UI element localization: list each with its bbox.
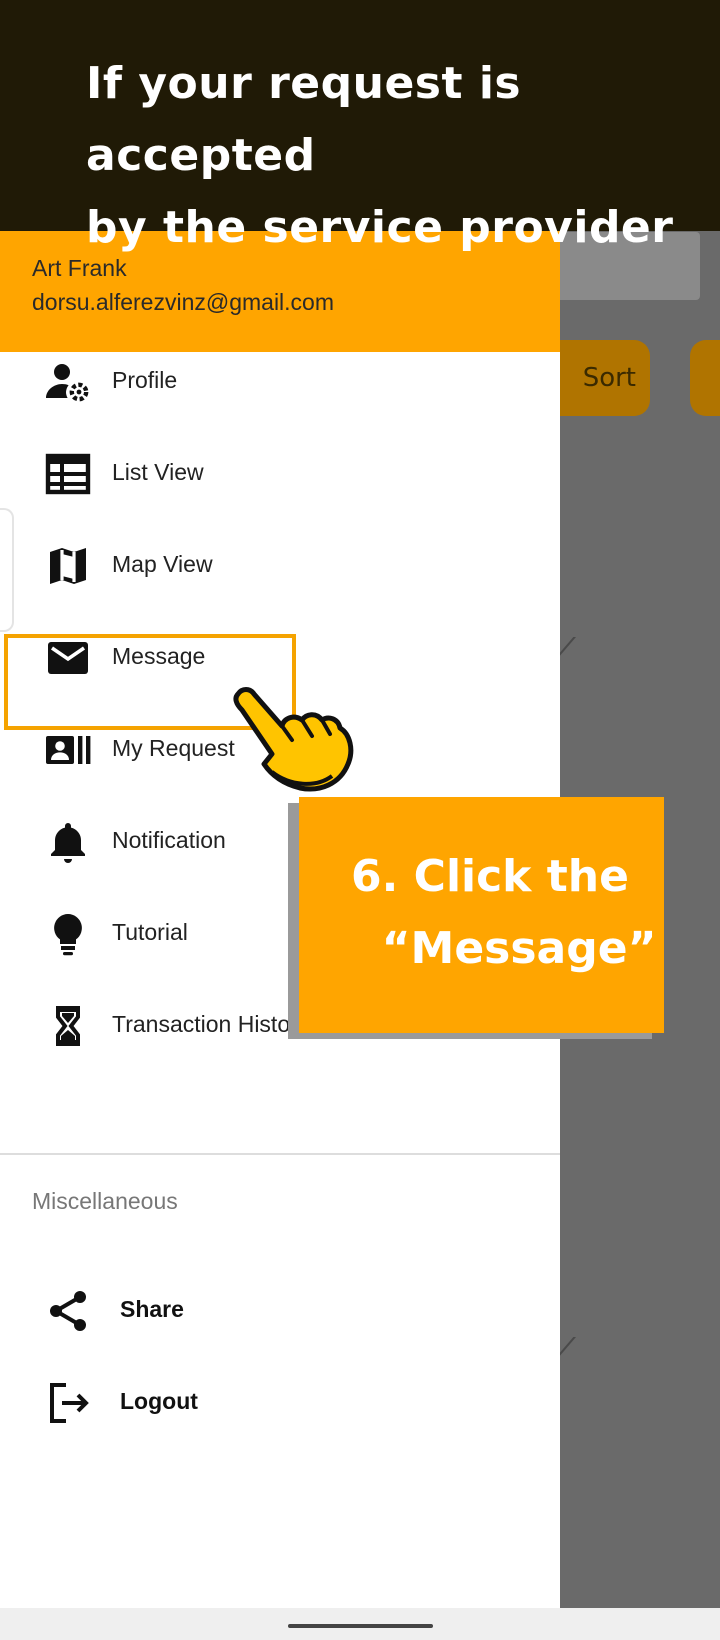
instruction-callout: 6. Click the “Message”	[299, 797, 664, 1033]
nav-item-label: Logout	[120, 1388, 198, 1414]
lightbulb-icon	[44, 910, 92, 958]
nav-item-logout[interactable]: Logout	[0, 1358, 560, 1448]
nav-item-map-view[interactable]: Map View	[0, 521, 560, 611]
nav-item-list-view[interactable]: List View	[0, 429, 560, 519]
request-card-icon	[44, 726, 92, 774]
banner-text: If your request is accepted by the servi…	[86, 48, 706, 264]
nav-item-share[interactable]: Share	[0, 1266, 560, 1356]
logout-icon	[44, 1379, 92, 1427]
list-view-icon	[44, 450, 92, 498]
account-cog-icon	[44, 358, 92, 406]
user-email: dorsu.alferezvinz@gmail.com	[32, 289, 335, 315]
nav-item-profile[interactable]: Profile	[0, 337, 560, 427]
callout-text: 6. Click the “Message”	[351, 851, 657, 974]
nav-item-label: My Request	[112, 735, 235, 761]
section-title-miscellaneous: Miscellaneous	[32, 1188, 178, 1214]
gesture-handle[interactable]	[288, 1624, 433, 1628]
instruction-banner: If your request is accepted by the servi…	[0, 0, 720, 253]
nav-item-label: Profile	[112, 367, 178, 393]
nav-item-label: Map View	[112, 551, 213, 577]
map-icon	[44, 542, 92, 590]
bell-icon	[44, 818, 92, 866]
nav-item-label: Notification	[112, 827, 226, 853]
system-navigation-bar	[0, 1608, 720, 1640]
banner-line-2: by the service provider	[86, 202, 674, 253]
nav-item-label: List View	[112, 459, 204, 485]
drawer-divider	[0, 1153, 560, 1155]
background-filter-button	[690, 340, 720, 416]
pointing-hand-icon	[232, 684, 362, 794]
nav-item-label: Tutorial	[112, 919, 188, 945]
nav-item-label: Share	[120, 1296, 184, 1322]
share-icon	[44, 1287, 92, 1335]
hourglass-icon	[44, 1002, 92, 1050]
banner-line-1: If your request is accepted	[86, 58, 522, 181]
nav-item-label: Transaction History	[112, 1011, 310, 1037]
